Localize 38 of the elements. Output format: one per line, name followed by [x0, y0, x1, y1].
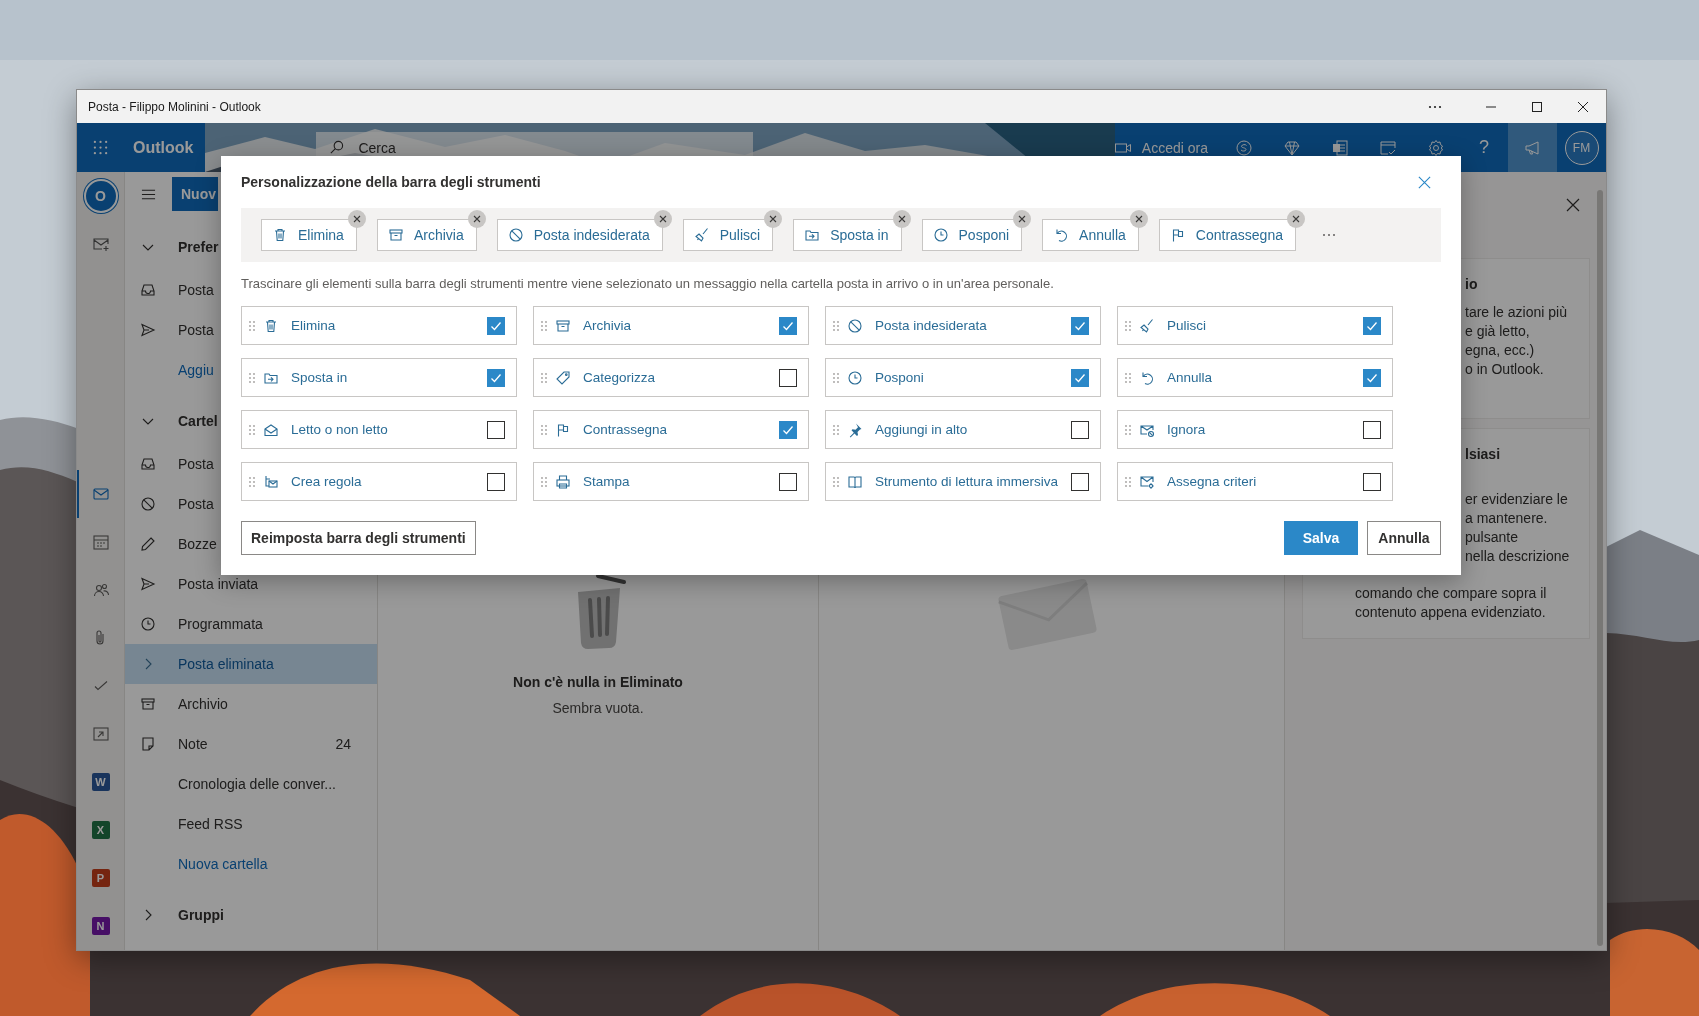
tip-text: tare le azioni più: [1465, 303, 1567, 322]
tip-text: nella descrizione: [1465, 547, 1570, 566]
option-label: Annulla: [1167, 370, 1213, 385]
tip-text: contenuto appena evidenziato.: [1355, 603, 1546, 622]
option-label: Stampa: [583, 474, 630, 489]
option-label: Elimina: [291, 318, 336, 333]
option-label: Aggiungi in alto: [875, 422, 968, 437]
option-label: Sposta in: [291, 370, 348, 385]
option-label: Posta indesiderata: [875, 318, 987, 333]
item-count: 24: [335, 736, 351, 752]
tip-text: o in Outlook.: [1465, 360, 1544, 379]
app-tile: N: [91, 917, 110, 935]
option-label: Archivia: [583, 318, 631, 333]
window-title: Posta - Filippo Molinini - Outlook: [88, 99, 261, 114]
option-label: Pulisci: [1167, 318, 1206, 333]
tip-text: a mantenere.: [1465, 509, 1548, 528]
option-label: Contrassegna: [583, 422, 668, 437]
tip-text: e già letto,: [1465, 322, 1530, 341]
dialog-title: Personalizzazione della barra degli strumenti: [241, 174, 541, 190]
tip-title: io: [1465, 275, 1478, 294]
option-label: Categorizza: [583, 370, 656, 385]
empty-state-text: Sembra vuota.: [552, 700, 644, 716]
empty-state-title: Non c'è nulla in Eliminato: [513, 674, 683, 690]
tip-text: pulsante: [1465, 528, 1518, 547]
dialog-description: Trascinare gli elementi sulla barra degli strumenti mentre viene selezionato un messaggio nella cartella posta in arrivo o in un'area personale.: [241, 275, 1055, 293]
tip-text: comando che compare sopra il: [1355, 584, 1547, 603]
option-label: Posponi: [875, 370, 924, 385]
app-tile: P: [91, 869, 110, 887]
option-label: Assegna criteri: [1167, 474, 1257, 489]
app-tile: X: [91, 821, 110, 839]
option-label: Letto o non letto: [291, 422, 388, 437]
option-label: Crea regola: [291, 474, 362, 489]
option-label: Strumento di lettura immersiva: [875, 474, 1059, 489]
app-tile: W: [91, 773, 110, 791]
tip-text: er evidenziare le: [1465, 490, 1568, 509]
tip-title: lsiasi: [1465, 445, 1501, 464]
tip-text: egna, ecc.): [1465, 341, 1535, 360]
option-label: Ignora: [1167, 422, 1206, 437]
